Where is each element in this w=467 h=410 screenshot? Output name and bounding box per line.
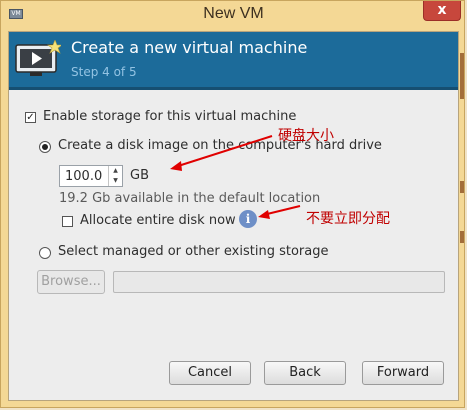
annotation-do-not-allocate: 不要立即分配 <box>306 211 390 227</box>
disk-size-arrow <box>174 135 273 168</box>
disk-size-arrowhead <box>170 161 182 171</box>
annotation-arrows <box>170 135 301 219</box>
allocate-arrowhead <box>258 210 270 219</box>
annotation-disk-size: 硬盘大小 <box>278 128 334 144</box>
